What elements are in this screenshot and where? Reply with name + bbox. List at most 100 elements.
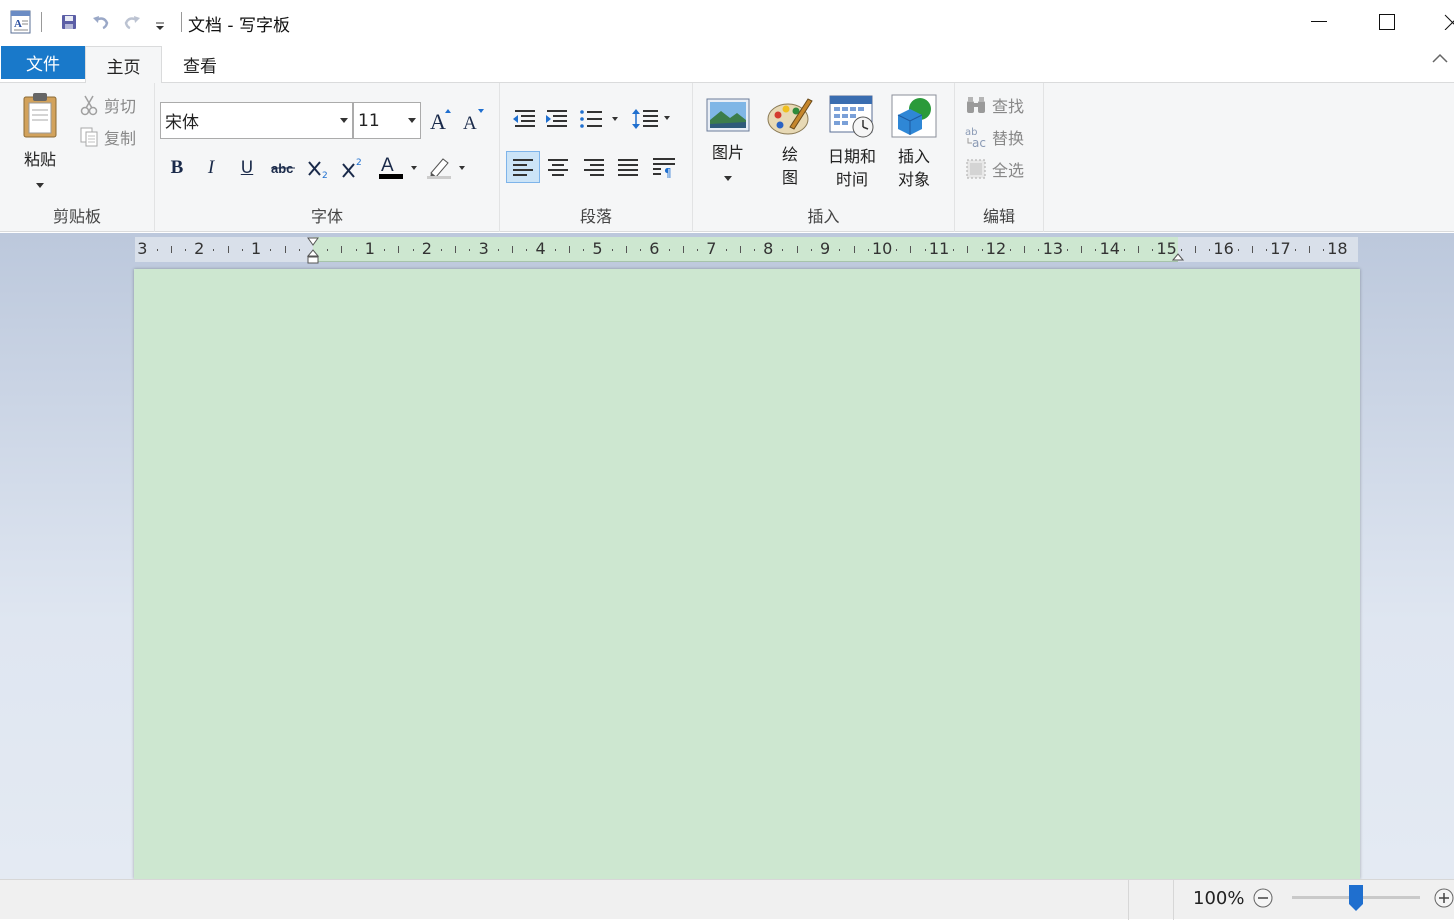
ruler-quarter-dot (184, 249, 186, 251)
edit-group: 查找 ab ac 替换 全选 编辑 (955, 83, 1044, 232)
highlight-icon[interactable] (425, 153, 467, 181)
zoom-out-icon[interactable] (1252, 887, 1274, 913)
ruler-quarter-dot (668, 249, 670, 251)
ruler-label: 2 (194, 239, 205, 258)
text-color-icon[interactable]: A (377, 153, 417, 181)
copy-button[interactable]: 复制 (79, 125, 136, 149)
ruler-quarter-dot (953, 249, 955, 251)
bullet-list-icon[interactable] (578, 105, 622, 133)
ruler-label: 2 (421, 239, 432, 258)
cut-label: 剪切 (104, 97, 137, 116)
strikethrough-icon[interactable]: abc (269, 154, 297, 182)
ruler-label: 9 (820, 239, 831, 258)
status-divider (1128, 880, 1129, 920)
ruler-quarter-dot (753, 249, 755, 251)
paint-label-line1: 绘 (781, 145, 798, 164)
paste-label: 粘贴 (23, 150, 56, 169)
zoom-slider-thumb[interactable] (1348, 884, 1364, 912)
select-all-icon (966, 159, 986, 179)
first-line-indent-marker[interactable] (306, 237, 320, 269)
ribbon-tabs: 文件 主页 查看 (0, 44, 1454, 84)
replace-icon: abac (965, 127, 986, 149)
line-spacing-icon[interactable] (632, 105, 672, 133)
svg-text:A: A (381, 155, 394, 176)
align-left-icon[interactable] (506, 151, 540, 183)
collapse-ribbon-icon[interactable] (1430, 50, 1452, 72)
ruler-quarter-dot (867, 249, 869, 251)
picture-dropdown-icon[interactable] (701, 164, 755, 187)
date-time-button[interactable]: 日期和 时间 (823, 93, 881, 191)
paragraph-group-label: 段落 (579, 207, 612, 226)
justify-icon[interactable] (614, 153, 642, 181)
object-label-line2: 对象 (897, 170, 930, 189)
paste-dropdown-icon[interactable] (14, 171, 66, 194)
font-family-dropdown-icon (340, 118, 348, 123)
svg-text:¶: ¶ (664, 166, 672, 178)
align-right-icon[interactable] (580, 153, 608, 181)
ruler[interactable]: 3 2 1 1 2 3 4 5 6 7 8 9 10 11 12 13 14 15 16 17 18 (135, 237, 1358, 264)
tab-home[interactable]: 主页 (85, 46, 162, 84)
ruler-half-tick (1138, 246, 1140, 253)
maximize-button[interactable] (1353, 0, 1421, 44)
insert-picture-button[interactable]: 图片 (701, 95, 755, 187)
save-icon[interactable] (59, 12, 79, 32)
ruler-label: 10 (872, 239, 893, 258)
ruler-half-tick (910, 246, 912, 253)
cut-button[interactable]: 剪切 (79, 93, 136, 117)
paragraph-icon[interactable]: ¶ (650, 153, 678, 181)
status-bar: 100% (0, 879, 1454, 920)
bold-icon[interactable]: B (163, 154, 191, 182)
object-icon (891, 94, 937, 138)
ruler-quarter-dot (896, 249, 898, 251)
close-button[interactable] (1421, 0, 1454, 44)
font-size-dropdown-icon (408, 118, 416, 123)
insert-object-button[interactable]: 插入 对象 (887, 93, 941, 191)
ruler-quarter-dot (554, 249, 556, 251)
italic-icon[interactable]: I (197, 154, 225, 182)
ruler-half-tick (739, 246, 741, 253)
ruler-quarter-dot (697, 249, 699, 251)
redo-icon[interactable] (122, 12, 142, 32)
undo-icon[interactable] (91, 12, 111, 32)
subscript-icon[interactable]: 2 (305, 154, 333, 182)
decrease-indent-icon[interactable] (510, 105, 538, 133)
replace-button[interactable]: ab ac 替换 (965, 125, 1024, 149)
select-all-button[interactable]: 全选 (965, 157, 1024, 181)
ruler-label: 3 (478, 239, 489, 258)
underline-icon[interactable]: U (233, 154, 261, 182)
superscript-icon[interactable]: 2 (339, 154, 367, 182)
picture-label: 图片 (711, 143, 744, 162)
tab-file[interactable]: 文件 (1, 46, 85, 79)
ruler-quarter-dot (1322, 249, 1324, 251)
wordpad-app-icon[interactable]: A (10, 10, 32, 34)
increase-indent-icon[interactable] (542, 105, 570, 133)
ruler-quarter-dot (1010, 249, 1012, 251)
tab-view[interactable]: 查看 (162, 46, 238, 83)
ruler-label: 3 (137, 239, 148, 258)
document-page[interactable] (134, 269, 1360, 879)
right-indent-marker[interactable] (1171, 248, 1185, 267)
minimize-button[interactable] (1285, 0, 1353, 44)
ruler-half-tick (853, 246, 855, 253)
clipboard-group: 粘贴 剪切 复制 剪贴板 (0, 83, 155, 232)
ruler-quarter-dot (1209, 249, 1211, 251)
zoom-in-icon[interactable] (1433, 887, 1454, 913)
insert-group-label: 插入 (807, 207, 840, 226)
font-family-select[interactable]: 宋体 (160, 102, 353, 139)
svg-text:2: 2 (356, 158, 362, 168)
paste-button[interactable]: 粘贴 (14, 91, 66, 191)
paint-label-line2: 图 (781, 168, 798, 187)
ruler-quarter-dot (355, 249, 357, 251)
grow-font-icon[interactable]: A (427, 105, 455, 133)
insert-group: 图片 绘 图 日期和 时间 插入 对象 插入 (693, 83, 955, 232)
ruler-quarter-dot (981, 249, 983, 251)
font-size-select[interactable]: 11 (353, 102, 421, 139)
shrink-font-icon[interactable]: A (459, 105, 487, 133)
ruler-quarter-dot (583, 249, 585, 251)
ruler-quarter-dot (469, 249, 471, 251)
ruler-label: 16 (1213, 239, 1234, 258)
customize-quick-access-icon[interactable] (150, 16, 170, 36)
paint-drawing-button[interactable]: 绘 图 (765, 93, 815, 189)
find-button[interactable]: 查找 (965, 93, 1024, 117)
align-center-icon[interactable] (544, 153, 572, 181)
